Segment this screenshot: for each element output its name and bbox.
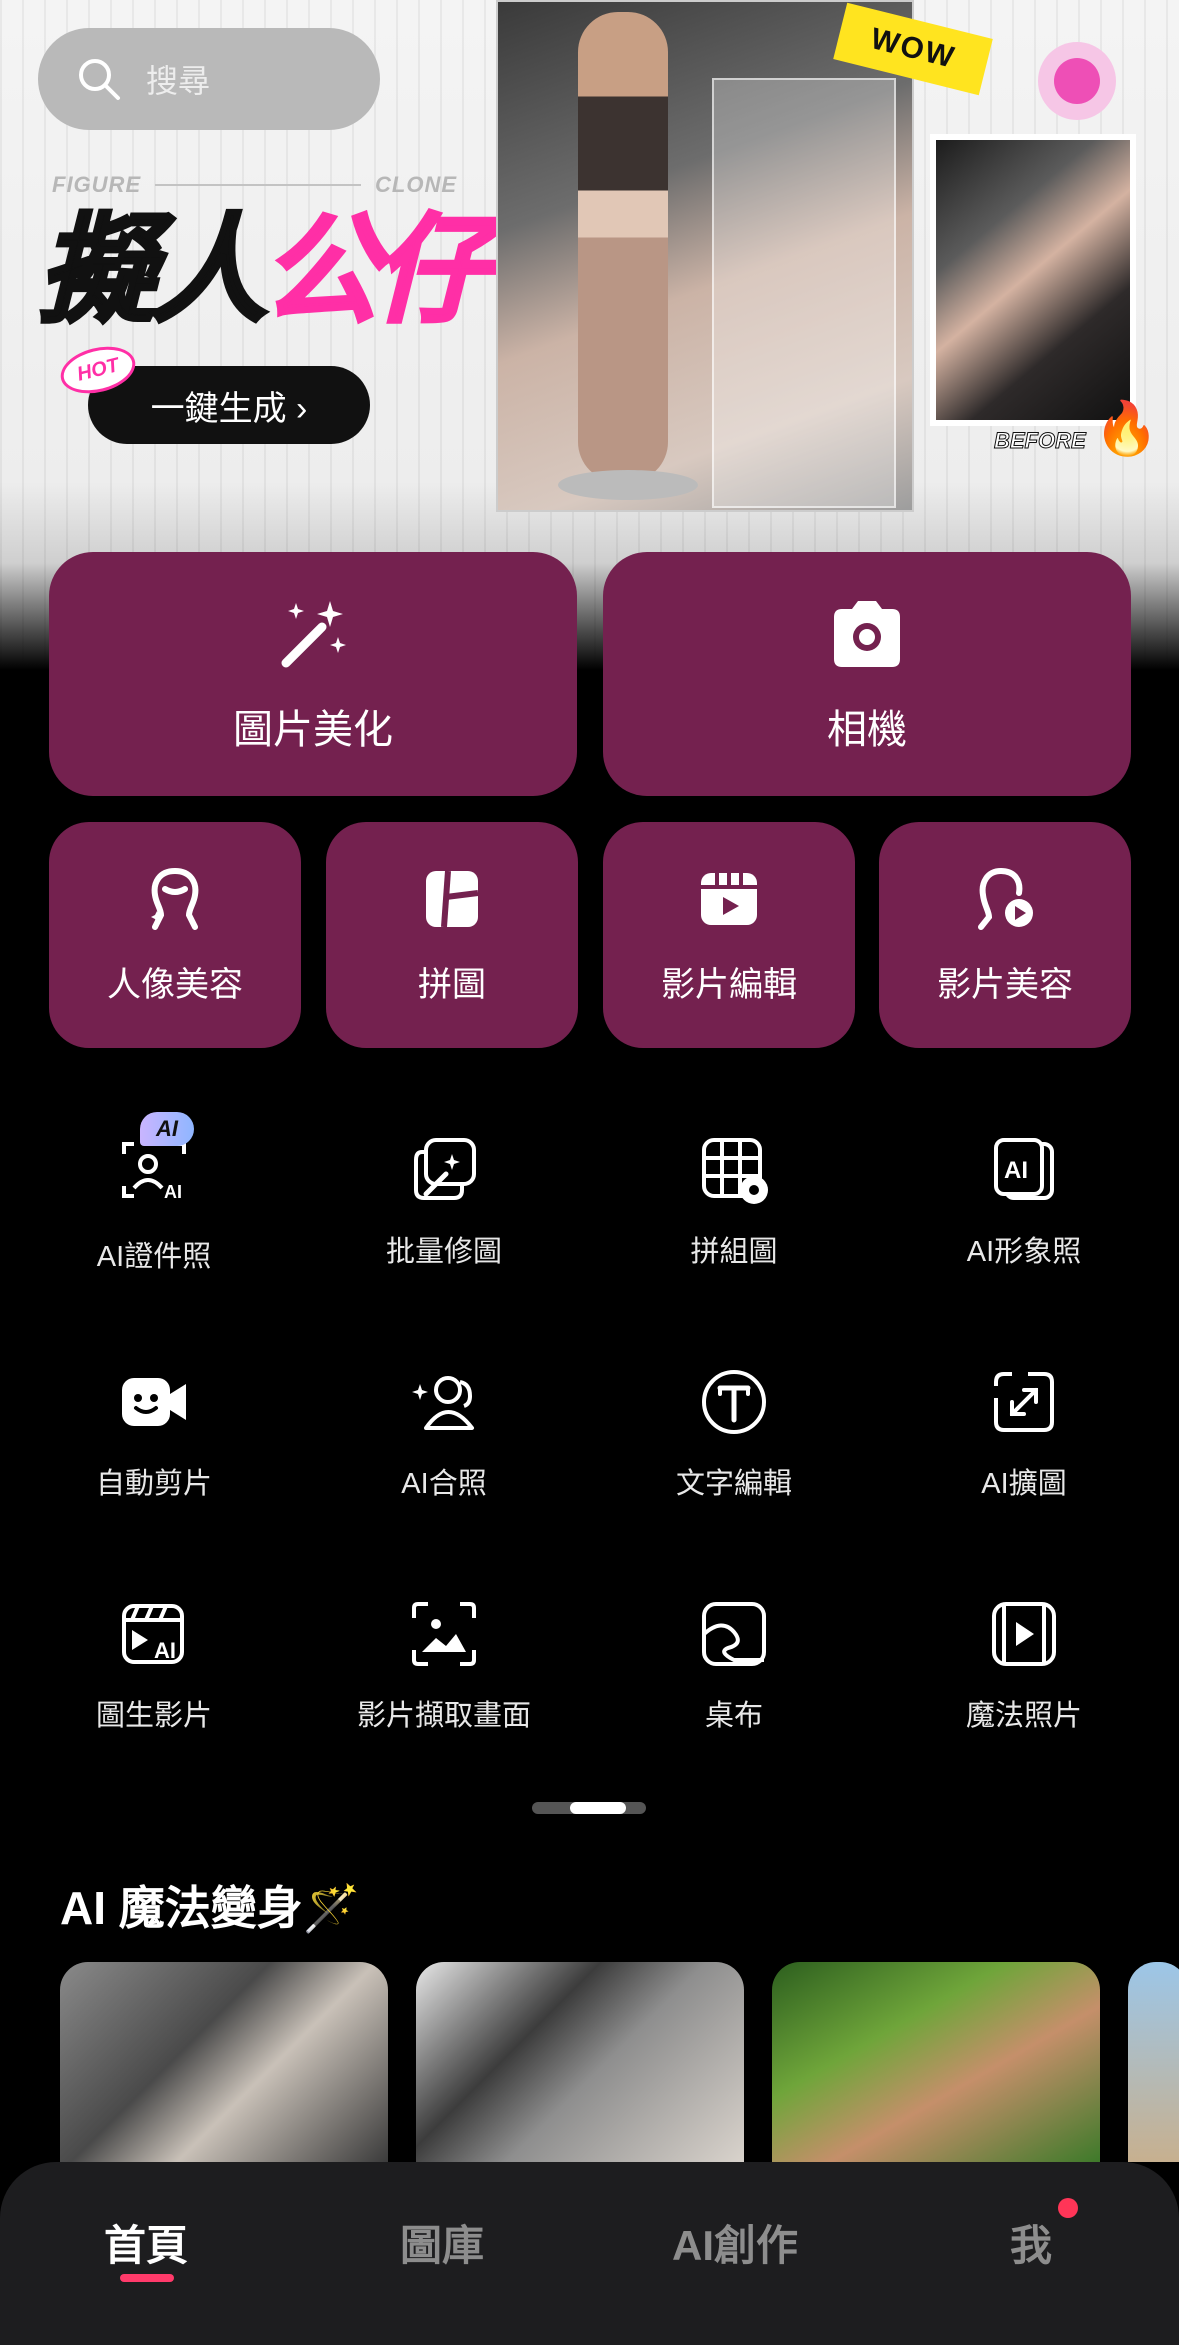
video-edit-button[interactable]: 影片編輯 bbox=[603, 822, 855, 1048]
collage-button[interactable]: 拼圖 bbox=[326, 822, 578, 1048]
group-photo-icon bbox=[412, 1376, 474, 1430]
camera-button[interactable]: 相機 bbox=[603, 552, 1131, 796]
tool-image-to-video[interactable]: AI 圖生影片 bbox=[19, 1598, 289, 1778]
photo-beautify-label: 圖片美化 bbox=[233, 708, 393, 752]
effect-card[interactable] bbox=[60, 1962, 388, 2162]
image-to-video-icon: AI bbox=[122, 1604, 184, 1664]
video-edit-label: 影片編輯 bbox=[661, 965, 797, 1004]
camera-label: 相機 bbox=[827, 708, 907, 752]
tool-batch-edit[interactable]: 批量修圖 bbox=[309, 1134, 579, 1314]
figure-clone-row: FIGURE CLONE bbox=[52, 172, 457, 198]
tool-label: AI擴圖 bbox=[981, 1468, 1067, 1500]
effect-card[interactable] bbox=[416, 1962, 744, 2162]
text-icon bbox=[702, 1370, 766, 1434]
tool-ai-expand[interactable]: AI擴圖 bbox=[889, 1366, 1159, 1546]
banner-title: 擬人公仔 bbox=[36, 211, 493, 332]
tool-label: AI合照 bbox=[401, 1468, 487, 1500]
photo-beautify-button[interactable]: 圖片美化 bbox=[49, 552, 577, 796]
figure-box bbox=[712, 78, 896, 508]
nav-active-indicator bbox=[120, 2274, 174, 2282]
wallpaper-icon bbox=[702, 1602, 766, 1666]
heart-logo-icon bbox=[1038, 42, 1116, 120]
tool-label: 自動剪片 bbox=[95, 1468, 212, 1500]
tool-label: AI形象照 bbox=[966, 1236, 1082, 1268]
page-indicator-active bbox=[570, 1802, 626, 1814]
nav-me[interactable]: 我 bbox=[1010, 2212, 1052, 2273]
effect-card[interactable] bbox=[772, 1962, 1100, 2162]
frame-capture-icon bbox=[412, 1602, 476, 1666]
figure-label: FIGURE bbox=[52, 172, 142, 197]
tool-label: AI證件照 bbox=[96, 1241, 212, 1273]
magic-photo-icon bbox=[992, 1602, 1056, 1666]
tool-ai-portrait[interactable]: AI AI形象照 bbox=[889, 1134, 1159, 1314]
portrait-beauty-label: 人像美容 bbox=[107, 965, 243, 1004]
before-label: BEFORE bbox=[994, 428, 1087, 454]
tool-ai-group-photo[interactable]: AI合照 bbox=[309, 1366, 579, 1546]
figure-doll bbox=[578, 12, 668, 482]
search-bar[interactable]: 搜尋 bbox=[38, 28, 380, 130]
video-beauty-label: 影片美容 bbox=[937, 965, 1073, 1004]
tool-label: 批量修圖 bbox=[385, 1236, 502, 1268]
before-photo bbox=[930, 134, 1136, 426]
tool-label: 圖生影片 bbox=[95, 1700, 212, 1732]
tool-frame-capture[interactable]: 影片擷取畫面 bbox=[309, 1598, 579, 1778]
nav-home[interactable]: 首頁 bbox=[104, 2212, 188, 2273]
expand-icon bbox=[994, 1372, 1054, 1432]
effect-card[interactable] bbox=[1128, 1962, 1179, 2162]
portrait-icon bbox=[151, 867, 199, 930]
ai-portrait-icon: AI bbox=[994, 1138, 1054, 1200]
tool-label: 拼組圖 bbox=[690, 1236, 778, 1268]
portrait-beauty-button[interactable]: 人像美容 bbox=[49, 822, 301, 1048]
bottom-nav: 首頁 圖庫 AI創作 我 bbox=[0, 2162, 1179, 2345]
nav-ai-create[interactable]: AI創作 bbox=[672, 2212, 798, 2273]
tool-label: 魔法照片 bbox=[965, 1700, 1082, 1732]
collage-label: 拼圖 bbox=[418, 965, 486, 1004]
notification-dot bbox=[1058, 2198, 1078, 2218]
video-beauty-icon bbox=[978, 867, 1033, 930]
svg-text:AI: AI bbox=[164, 1182, 182, 1202]
banner-title-part2: 公仔 bbox=[261, 205, 494, 337]
section-title: AI 魔法變身🪄 bbox=[60, 1882, 361, 1934]
search-placeholder: 搜尋 bbox=[146, 63, 211, 99]
tool-auto-cut[interactable]: 自動剪片 bbox=[19, 1366, 289, 1546]
tool-magic-photo[interactable]: 魔法照片 bbox=[889, 1598, 1159, 1778]
tool-ai-id-photo[interactable]: AI AI AI證件照 bbox=[19, 1112, 289, 1314]
camera-icon bbox=[834, 601, 900, 667]
search-icon bbox=[79, 59, 120, 100]
ai-badge: AI bbox=[140, 1112, 194, 1146]
magic-wand-icon bbox=[281, 601, 346, 668]
banner-title-part1: 擬人 bbox=[36, 205, 269, 337]
tool-label: 桌布 bbox=[704, 1700, 763, 1732]
tool-wallpaper[interactable]: 桌布 bbox=[599, 1598, 869, 1778]
video-edit-icon bbox=[701, 872, 757, 925]
svg-text:AI: AI bbox=[1004, 1157, 1028, 1184]
figure-stand bbox=[558, 470, 698, 500]
page-indicator[interactable] bbox=[532, 1802, 646, 1814]
grid-icon bbox=[702, 1138, 768, 1204]
divider-line bbox=[155, 184, 361, 186]
figure-photo bbox=[496, 0, 914, 512]
batch-edit-icon bbox=[414, 1138, 476, 1200]
tool-label: 影片擷取畫面 bbox=[356, 1700, 531, 1732]
svg-text:AI: AI bbox=[154, 1638, 176, 1663]
auto-cut-icon bbox=[122, 1378, 186, 1426]
video-beauty-button[interactable]: 影片美容 bbox=[879, 822, 1131, 1048]
tool-label: 文字編輯 bbox=[675, 1468, 792, 1500]
clone-label: CLONE bbox=[375, 172, 457, 197]
generate-button[interactable]: 一鍵生成 › bbox=[88, 366, 370, 444]
fire-icon: 🔥 bbox=[1094, 400, 1159, 458]
tool-grid-collage[interactable]: 拼組圖 bbox=[599, 1134, 869, 1314]
tool-text-edit[interactable]: 文字編輯 bbox=[599, 1366, 869, 1546]
nav-gallery[interactable]: 圖庫 bbox=[400, 2212, 484, 2273]
collage-icon bbox=[426, 870, 479, 927]
